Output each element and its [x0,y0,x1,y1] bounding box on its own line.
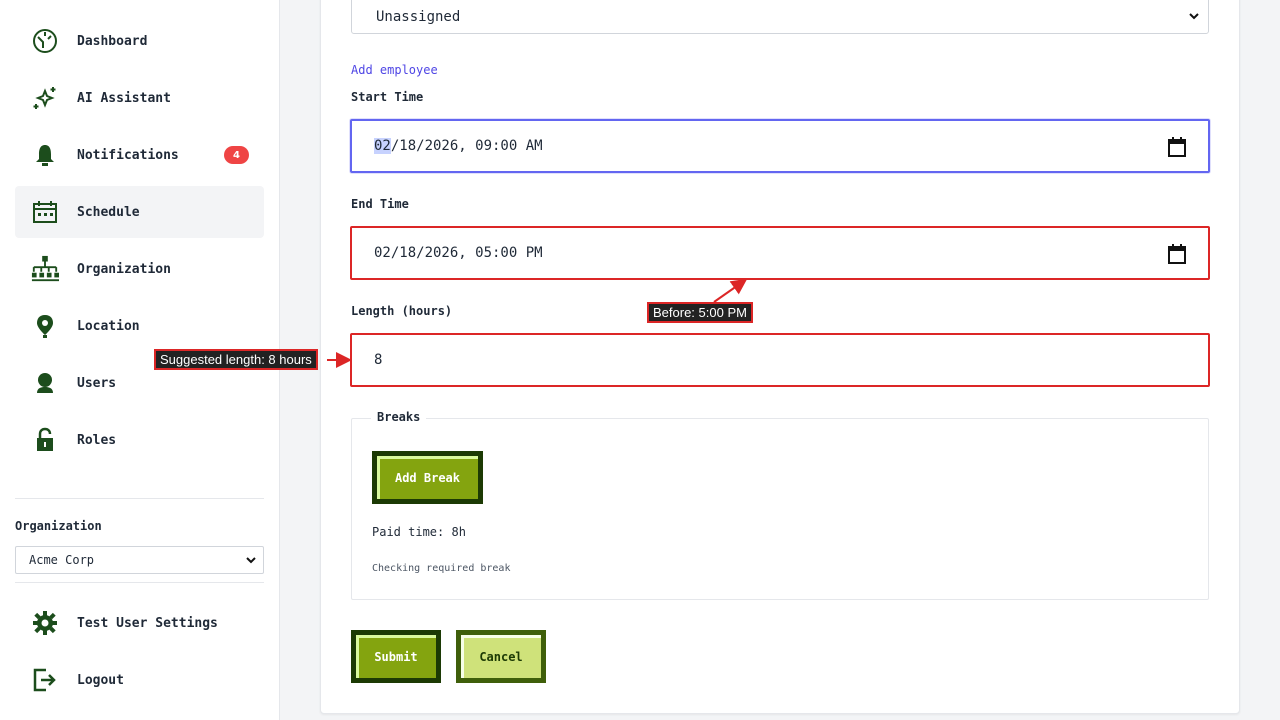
organization-select-value: Acme Corp [29,553,95,567]
add-employee-link[interactable]: Add employee [351,63,438,77]
sidebar-item-more[interactable] [15,471,264,494]
sidebar-item-label: Location [77,318,140,334]
sidebar-item-schedule[interactable]: Schedule [15,186,264,238]
suggested-length-annotation: Suggested length: 8 hours [154,349,318,370]
sidebar-item-organization[interactable]: Organization [15,243,264,295]
organization-label: Organization [15,519,102,533]
sidebar-item-ai-assistant[interactable]: AI Assistant [15,72,264,124]
sidebar-item-notifications[interactable]: Notifications 4 [15,129,264,181]
sidebar-item-label: Logout [77,672,124,688]
gear-icon [31,609,59,637]
logout-icon [31,666,59,694]
user-icon [31,369,59,397]
start-time-label: Start Time [351,90,424,104]
length-input[interactable]: 8 [350,333,1210,387]
sidebar-item-label: Test User Settings [77,615,218,631]
add-break-label: Add Break [394,470,461,485]
sidebar-item-settings[interactable]: Test User Settings [15,597,264,649]
employee-select[interactable]: Unassigned [351,0,1209,34]
break-check-status: Checking required break [372,563,511,574]
sidebar-nav: Dashboard AI Assistant Notifications 4 S… [15,0,264,494]
start-time-month-segment[interactable]: 02 [374,138,391,154]
start-time-value: /18/2026, 09:00 AM [390,138,543,154]
dashboard-icon [31,27,59,55]
location-pin-icon [31,312,59,340]
notification-count-badge: 4 [224,146,249,164]
length-label: Length (hours) [351,304,453,318]
sidebar-item-location[interactable]: Location [15,300,264,352]
sidebar-divider [15,582,264,583]
lock-icon [31,426,59,454]
breaks-legend: Breaks [371,410,427,424]
before-end-annotation: Before: 5:00 PM [647,302,753,323]
cancel-label: Cancel [479,649,523,664]
length-value: 8 [374,352,383,368]
submit-button[interactable]: Submit [351,630,441,683]
paid-time-text: Paid time: 8h [372,525,466,539]
sidebar-item-dashboard[interactable]: Dashboard [15,15,264,67]
add-break-button[interactable]: Add Break [372,451,483,504]
start-time-input[interactable]: 02/18/2026, 09:00 AM [350,119,1210,173]
clipboard-icon [31,483,59,494]
sparkle-icon [31,84,59,112]
sidebar-divider [15,498,264,499]
org-chart-icon [31,255,59,283]
chevron-down-icon [245,554,257,569]
calendar-picker-icon[interactable] [1168,244,1186,268]
organization-select[interactable]: Acme Corp [15,546,264,574]
employee-select-value: Unassigned [376,9,461,25]
cancel-button[interactable]: Cancel [456,630,546,683]
calendar-picker-icon[interactable] [1168,137,1186,161]
sidebar-item-label: Users [77,375,117,391]
sidebar-item-label: AI Assistant [77,90,171,106]
end-time-input[interactable]: 02/18/2026, 05:00 PM [350,226,1210,280]
end-time-label: End Time [351,197,409,211]
chevron-down-icon [1188,10,1200,26]
sidebar-item-label: Notifications [77,147,179,163]
sidebar-item-label: Organization [77,261,171,277]
calendar-icon [31,198,59,226]
end-time-value: 02/18/2026, 05:00 PM [374,245,543,261]
bell-icon [31,141,59,169]
submit-label: Submit [374,649,418,664]
sidebar-item-roles[interactable]: Roles [15,414,264,466]
sidebar-item-logout[interactable]: Logout [15,654,264,706]
sidebar-item-label: Dashboard [77,33,148,49]
sidebar-item-label: Roles [77,432,117,448]
sidebar-item-label: Schedule [77,204,140,220]
